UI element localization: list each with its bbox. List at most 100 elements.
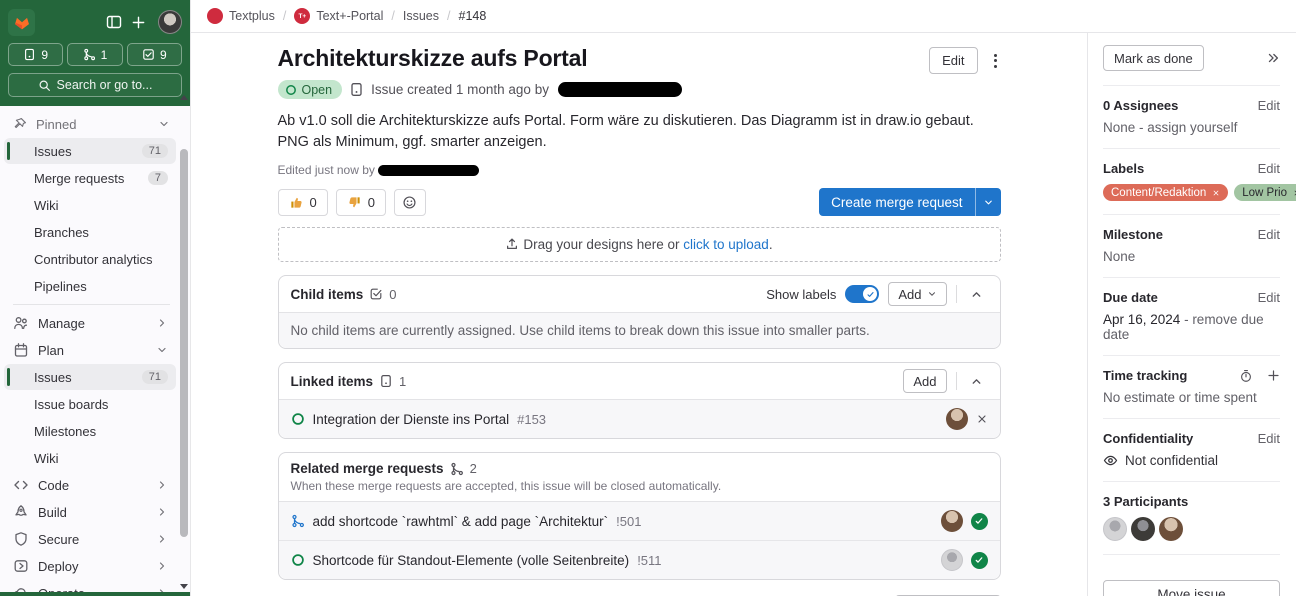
create-mr-dropdown-button[interactable] <box>976 188 1001 216</box>
scrollbar-thumb[interactable] <box>180 149 188 537</box>
confidentiality-edit-button[interactable]: Edit <box>1258 431 1280 446</box>
assignees-value[interactable]: None - assign yourself <box>1103 120 1280 135</box>
sidebar-bottom-strip <box>0 592 190 596</box>
pinned-section-header[interactable]: Pinned <box>4 111 176 137</box>
sidebar-item-wiki-pinned[interactable]: Wiki <box>4 192 176 218</box>
linked-item-title[interactable]: Integration der Dienste ins Portal <box>313 412 510 427</box>
section-label: Code <box>38 478 69 493</box>
sidebar-section-manage[interactable]: Manage <box>4 310 176 336</box>
create-merge-request-button[interactable]: Create merge request <box>819 188 974 216</box>
due-date-section: Due dateEdit Apr 16, 2024 - remove due d… <box>1103 277 1280 355</box>
design-dropzone[interactable]: Drag your designs here or click to uploa… <box>278 227 1001 262</box>
collapse-linked-items-button[interactable] <box>966 370 988 392</box>
sidebar-item-issue-boards[interactable]: Issue boards <box>4 391 176 417</box>
milestone-title: Milestone <box>1103 227 1163 242</box>
pin-icon <box>13 117 27 131</box>
sidebar-section-plan[interactable]: Plan <box>4 337 176 363</box>
sidebar-item-pipelines[interactable]: Pipelines <box>4 273 176 299</box>
sidebar-item-label: Issue boards <box>34 397 108 412</box>
remove-link-icon[interactable] <box>976 413 988 425</box>
sidebar-scrollbar[interactable] <box>178 93 190 591</box>
remove-label-icon[interactable] <box>1212 189 1220 197</box>
milestone-edit-button[interactable]: Edit <box>1258 227 1280 242</box>
labels-title: Labels <box>1103 161 1144 176</box>
assignee-avatar[interactable] <box>941 510 963 532</box>
todos-button[interactable]: 9 <box>127 43 182 66</box>
create-new-button[interactable] <box>126 10 150 34</box>
thumbs-up-button[interactable]: 0 <box>278 189 328 216</box>
chevron-down-icon <box>156 344 168 356</box>
confidentiality-section: ConfidentialityEdit Not confidential <box>1103 418 1280 481</box>
time-tracking-value: No estimate or time spent <box>1103 390 1280 405</box>
sidebar-item-merge-requests[interactable]: Merge requests7 <box>4 165 176 191</box>
sidebar-item-branches[interactable]: Branches <box>4 219 176 245</box>
issue-type-icon <box>379 374 393 388</box>
mr-title[interactable]: add shortcode `rawhtml` & add page `Arch… <box>313 514 609 529</box>
mark-as-done-button[interactable]: Mark as done <box>1103 45 1204 71</box>
sidebar-item-milestones[interactable]: Milestones <box>4 418 176 444</box>
add-reaction-button[interactable] <box>394 189 426 216</box>
labels-edit-button[interactable]: Edit <box>1258 161 1280 176</box>
due-date-edit-button[interactable]: Edit <box>1258 290 1280 305</box>
sidebar-item-wiki[interactable]: Wiki <box>4 445 176 471</box>
issue-right-sidebar: Mark as done 0 AssigneesEdit None - assi… <box>1087 33 1296 596</box>
scroll-up-arrow[interactable] <box>180 95 188 100</box>
check-square-icon <box>369 287 383 301</box>
move-issue-button[interactable]: Move issue <box>1103 580 1280 596</box>
sidebar-section-deploy[interactable]: Deploy <box>4 553 176 579</box>
related-mrs-count: 2 <box>470 461 477 476</box>
assigned-issues-button[interactable]: 9 <box>8 43 63 66</box>
breadcrumb-project[interactable]: T+Text+-Portal <box>294 8 383 24</box>
project-avatar: T+ <box>294 8 310 24</box>
issues-count-badge: 71 <box>142 144 168 158</box>
merge-request-icon <box>450 462 464 476</box>
edit-button[interactable]: Edit <box>929 47 977 74</box>
more-actions-button[interactable] <box>990 50 1001 72</box>
scroll-down-arrow[interactable] <box>180 584 188 589</box>
toggle-sidebar-button[interactable] <box>102 10 126 34</box>
merge-requests-button[interactable]: 1 <box>67 43 122 66</box>
participant-avatar[interactable] <box>1131 517 1155 541</box>
participant-avatar[interactable] <box>1103 517 1127 541</box>
label-content-redaktion[interactable]: Content/Redaktion <box>1103 184 1228 201</box>
assignees-edit-button[interactable]: Edit <box>1258 98 1280 113</box>
sidebar-section-build[interactable]: Build <box>4 499 176 525</box>
collapse-child-items-button[interactable] <box>966 283 988 305</box>
sidebar-nav: Pinned Issues71 Merge requests7 Wiki Bra… <box>0 106 190 596</box>
eye-icon <box>1103 453 1118 468</box>
sidebar-item-contributor-analytics[interactable]: Contributor analytics <box>4 246 176 272</box>
mr-title[interactable]: Shortcode für Standout-Elemente (volle S… <box>313 553 630 568</box>
user-avatar[interactable] <box>158 10 182 34</box>
linked-item-row: Integration der Dienste ins Portal #153 <box>279 400 1000 438</box>
related-mrs-title: Related merge requests <box>291 461 444 476</box>
pinned-label: Pinned <box>36 117 76 132</box>
breadcrumb-separator: / <box>283 9 286 23</box>
add-time-icon[interactable] <box>1267 369 1280 382</box>
sidebar-section-code[interactable]: Code <box>4 472 176 498</box>
breadcrumb-issues-link[interactable]: Issues <box>403 9 439 23</box>
stopwatch-icon[interactable] <box>1239 369 1253 383</box>
search-input[interactable]: Search or go to... <box>8 73 182 97</box>
chevron-right-icon <box>156 533 168 545</box>
users-icon <box>13 315 29 331</box>
add-child-item-button[interactable]: Add <box>888 282 946 306</box>
collapse-sidebar-button[interactable] <box>1266 51 1280 65</box>
plus-icon <box>131 15 146 30</box>
label-low-prio[interactable]: Low Prio <box>1234 184 1296 201</box>
add-linked-item-button[interactable]: Add <box>903 369 946 393</box>
assignee-avatar[interactable] <box>946 408 968 430</box>
todo-count: 9 <box>160 48 167 62</box>
sidebar-section-secure[interactable]: Secure <box>4 526 176 552</box>
gitlab-logo[interactable] <box>8 9 35 36</box>
sidebar-item-issues-pinned[interactable]: Issues71 <box>4 138 176 164</box>
assignee-avatar[interactable] <box>941 549 963 571</box>
status-label: Open <box>302 83 333 97</box>
click-to-upload-link[interactable]: click to upload <box>683 237 769 252</box>
sidebar-item-issues[interactable]: Issues71 <box>4 364 176 390</box>
participant-avatar[interactable] <box>1159 517 1183 541</box>
issue-content: Architekturskizze aufs Portal Edit Open … <box>191 33 1087 596</box>
code-icon <box>13 477 29 493</box>
breadcrumb-group[interactable]: Textplus <box>207 8 275 24</box>
show-labels-toggle[interactable] <box>845 285 879 303</box>
thumbs-down-button[interactable]: 0 <box>336 189 386 216</box>
